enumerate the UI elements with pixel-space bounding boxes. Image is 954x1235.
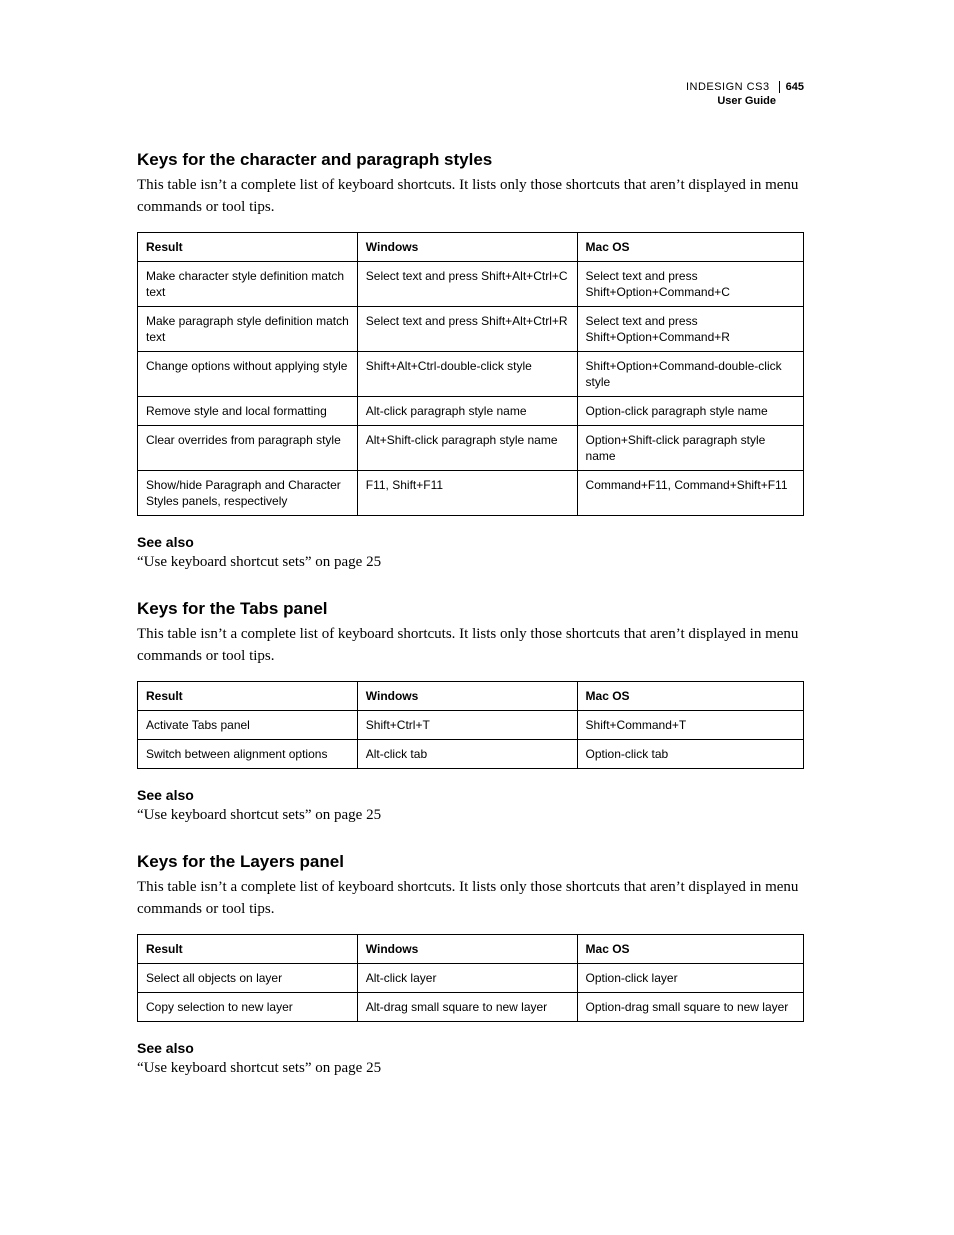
page-number: 645 — [779, 81, 804, 93]
table-row: Clear overrides from paragraph style Alt… — [138, 426, 804, 471]
section-tabs-panel: Keys for the Tabs panel This table isn’t… — [137, 599, 804, 824]
cell-macos: Option-click layer — [577, 964, 803, 993]
table-row: Activate Tabs panel Shift+Ctrl+T Shift+C… — [138, 711, 804, 740]
col-windows: Windows — [357, 233, 577, 262]
section-layers-panel: Keys for the Layers panel This table isn… — [137, 852, 804, 1077]
cell-result: Switch between alignment options — [138, 740, 358, 769]
cell-windows: Alt-click layer — [357, 964, 577, 993]
cell-windows: Alt-drag small square to new layer — [357, 993, 577, 1022]
cell-macos: Command+F11, Command+Shift+F11 — [577, 471, 803, 516]
col-macos: Mac OS — [577, 682, 803, 711]
shortcut-table: Result Windows Mac OS Select all objects… — [137, 934, 804, 1022]
see-also-link: “Use keyboard shortcut sets” on page 25 — [137, 554, 804, 571]
cell-windows: Select text and press Shift+Alt+Ctrl+C — [357, 262, 577, 307]
cell-macos: Option-drag small square to new layer — [577, 993, 803, 1022]
cell-result: Copy selection to new layer — [138, 993, 358, 1022]
section-title: Keys for the Layers panel — [137, 852, 804, 872]
table-row: Make paragraph style definition match te… — [138, 307, 804, 352]
see-also-heading: See also — [137, 1040, 804, 1056]
table-row: Make character style definition match te… — [138, 262, 804, 307]
table-header-row: Result Windows Mac OS — [138, 682, 804, 711]
section-intro: This table isn’t a complete list of keyb… — [137, 174, 804, 218]
table-row: Copy selection to new layer Alt-drag sma… — [138, 993, 804, 1022]
see-also-heading: See also — [137, 787, 804, 803]
section-title: Keys for the character and paragraph sty… — [137, 150, 804, 170]
col-macos: Mac OS — [577, 233, 803, 262]
see-also-heading: See also — [137, 534, 804, 550]
cell-result: Show/hide Paragraph and Character Styles… — [138, 471, 358, 516]
content: Keys for the character and paragraph sty… — [137, 150, 804, 1077]
cell-result: Select all objects on layer — [138, 964, 358, 993]
cell-windows: Shift+Ctrl+T — [357, 711, 577, 740]
col-result: Result — [138, 935, 358, 964]
table-header-row: Result Windows Mac OS — [138, 233, 804, 262]
cell-macos: Select text and press Shift+Option+Comma… — [577, 262, 803, 307]
cell-windows: Shift+Alt+Ctrl-double-click style — [357, 352, 577, 397]
see-also-link: “Use keyboard shortcut sets” on page 25 — [137, 1060, 804, 1077]
col-result: Result — [138, 682, 358, 711]
cell-macos: Select text and press Shift+Option+Comma… — [577, 307, 803, 352]
cell-windows: Select text and press Shift+Alt+Ctrl+R — [357, 307, 577, 352]
col-macos: Mac OS — [577, 935, 803, 964]
cell-macos: Shift+Command+T — [577, 711, 803, 740]
cell-result: Remove style and local formatting — [138, 397, 358, 426]
cell-macos: Shift+Option+Command-double-click style — [577, 352, 803, 397]
product-name: INDESIGN CS3 — [686, 81, 770, 93]
section-intro: This table isn’t a complete list of keyb… — [137, 876, 804, 920]
section-intro: This table isn’t a complete list of keyb… — [137, 623, 804, 667]
table-row: Switch between alignment options Alt-cli… — [138, 740, 804, 769]
col-result: Result — [138, 233, 358, 262]
cell-result: Activate Tabs panel — [138, 711, 358, 740]
cell-windows: Alt-click tab — [357, 740, 577, 769]
cell-windows: Alt-click paragraph style name — [357, 397, 577, 426]
shortcut-table: Result Windows Mac OS Activate Tabs pane… — [137, 681, 804, 769]
see-also-link: “Use keyboard shortcut sets” on page 25 — [137, 807, 804, 824]
col-windows: Windows — [357, 935, 577, 964]
running-header: INDESIGN CS3 645 User Guide — [686, 80, 804, 108]
cell-windows: Alt+Shift-click paragraph style name — [357, 426, 577, 471]
section-title: Keys for the Tabs panel — [137, 599, 804, 619]
section-character-paragraph-styles: Keys for the character and paragraph sty… — [137, 150, 804, 571]
cell-result: Make paragraph style definition match te… — [138, 307, 358, 352]
cell-macos: Option-click paragraph style name — [577, 397, 803, 426]
table-row: Show/hide Paragraph and Character Styles… — [138, 471, 804, 516]
cell-result: Change options without applying style — [138, 352, 358, 397]
cell-result: Make character style definition match te… — [138, 262, 358, 307]
col-windows: Windows — [357, 682, 577, 711]
guide-label: User Guide — [686, 94, 804, 108]
table-header-row: Result Windows Mac OS — [138, 935, 804, 964]
page: INDESIGN CS3 645 User Guide Keys for the… — [0, 0, 954, 1235]
cell-macos: Option+Shift-click paragraph style name — [577, 426, 803, 471]
table-row: Remove style and local formatting Alt-cl… — [138, 397, 804, 426]
shortcut-table: Result Windows Mac OS Make character sty… — [137, 232, 804, 516]
cell-macos: Option-click tab — [577, 740, 803, 769]
cell-windows: F11, Shift+F11 — [357, 471, 577, 516]
cell-result: Clear overrides from paragraph style — [138, 426, 358, 471]
table-row: Change options without applying style Sh… — [138, 352, 804, 397]
table-row: Select all objects on layer Alt-click la… — [138, 964, 804, 993]
